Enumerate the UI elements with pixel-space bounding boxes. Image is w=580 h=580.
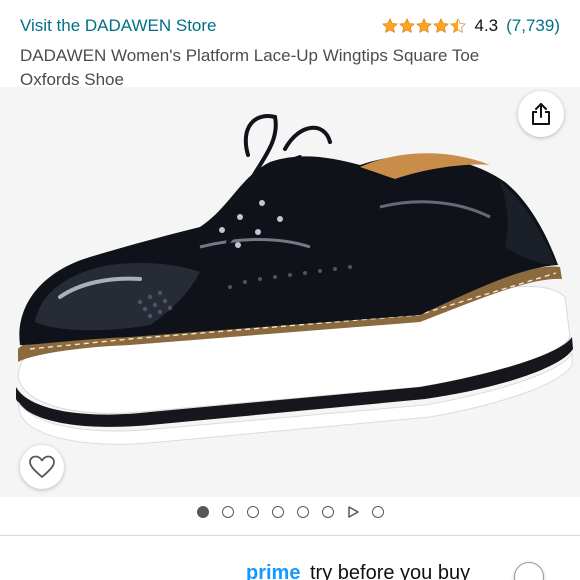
product-title: DADAWEN Women's Platform Lace-Up Wingtip… bbox=[20, 46, 480, 89]
play-icon bbox=[347, 506, 359, 518]
rating-count[interactable]: (7,739) bbox=[506, 16, 560, 36]
prime-try-before-you-buy[interactable]: prime try before you buy bbox=[0, 560, 580, 580]
store-rating-row: Visit the DADAWEN Store 4.3 (7,739) bbox=[20, 14, 560, 38]
prime-logo: prime bbox=[246, 562, 301, 580]
share-icon bbox=[532, 103, 550, 125]
image-carousel-dots bbox=[0, 502, 580, 522]
prime-info-toggle[interactable] bbox=[514, 562, 544, 580]
carousel-dot[interactable] bbox=[221, 506, 234, 518]
heart-icon bbox=[29, 455, 55, 478]
star-icon bbox=[382, 18, 399, 34]
prime-tagline: try before you buy bbox=[310, 562, 471, 580]
half-star-icon bbox=[450, 18, 467, 34]
star-icon bbox=[399, 18, 416, 34]
product-image[interactable] bbox=[0, 87, 580, 497]
product-image-gallery[interactable] bbox=[0, 87, 580, 497]
carousel-dot[interactable] bbox=[296, 506, 309, 518]
carousel-dot[interactable] bbox=[246, 506, 259, 518]
carousel-dot[interactable] bbox=[271, 506, 284, 518]
store-link[interactable]: Visit the DADAWEN Store bbox=[20, 16, 217, 36]
video-dot[interactable] bbox=[347, 506, 359, 518]
star-rating bbox=[382, 18, 467, 34]
wishlist-button[interactable] bbox=[20, 445, 64, 489]
star-icon bbox=[416, 18, 433, 34]
rating-value: 4.3 bbox=[474, 16, 499, 35]
carousel-dot[interactable] bbox=[196, 506, 209, 518]
product-header: Visit the DADAWEN Store 4.3 (7,739) DADA… bbox=[0, 0, 580, 89]
carousel-dot[interactable] bbox=[371, 506, 384, 518]
share-button[interactable] bbox=[518, 91, 564, 137]
rating-summary[interactable]: 4.3 (7,739) bbox=[382, 16, 560, 36]
carousel-dot[interactable] bbox=[321, 506, 334, 518]
star-icon bbox=[433, 18, 450, 34]
section-divider bbox=[0, 535, 580, 536]
